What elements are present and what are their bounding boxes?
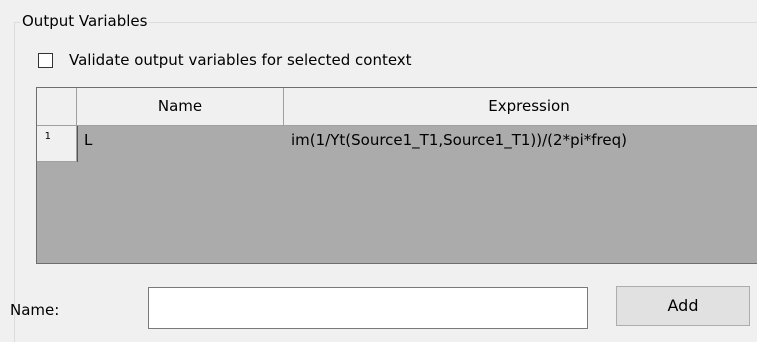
validate-checkbox[interactable] bbox=[38, 52, 53, 68]
table-row[interactable]: 1 L im(1/Yt(Source1_T1,Source1_T1))/(2*p… bbox=[37, 126, 757, 162]
add-button[interactable]: Add bbox=[616, 286, 750, 326]
grid-corner-cell[interactable] bbox=[37, 88, 77, 125]
output-variables-grid[interactable]: Name Expression 1 L im(1/Yt(Source1_T1,S… bbox=[36, 87, 757, 264]
name-input[interactable] bbox=[148, 287, 588, 329]
validate-checkbox-label[interactable]: Validate output variables for selected c… bbox=[69, 51, 412, 69]
grid-header: Name Expression bbox=[37, 88, 757, 126]
column-header-expression[interactable]: Expression bbox=[284, 88, 757, 125]
name-cell[interactable]: L bbox=[77, 126, 284, 162]
groupbox-title: Output Variables bbox=[20, 10, 150, 32]
validate-checkbox-row[interactable]: Validate output variables for selected c… bbox=[38, 48, 412, 72]
row-header[interactable]: 1 bbox=[37, 126, 77, 162]
column-header-name[interactable]: Name bbox=[77, 88, 284, 125]
name-field-label: Name: bbox=[10, 301, 60, 319]
expression-cell[interactable]: im(1/Yt(Source1_T1,Source1_T1))/(2*pi*fr… bbox=[284, 126, 757, 162]
